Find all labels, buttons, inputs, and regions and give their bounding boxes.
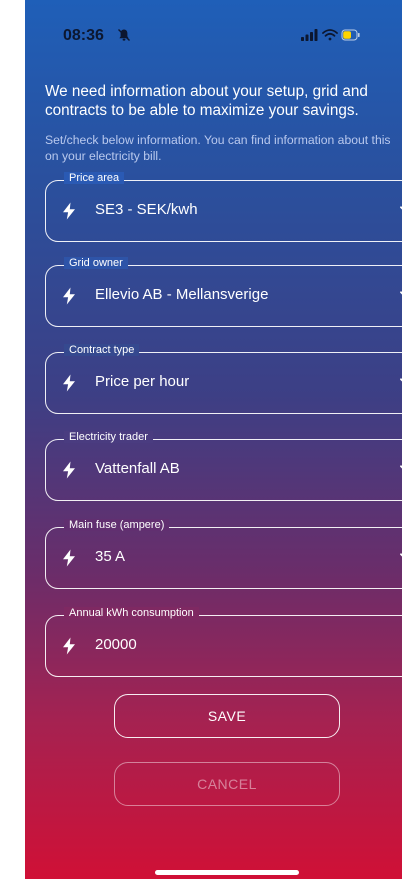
cancel-button[interactable]: CANCEL xyxy=(114,762,340,806)
field-value: Price per hour xyxy=(95,373,190,390)
system-status-icons xyxy=(301,29,360,41)
save-button[interactable]: SAVE xyxy=(114,694,340,738)
electricity-trader-select[interactable]: Electricity trader Vattenfall AB xyxy=(45,431,402,501)
signal-bars-icon xyxy=(301,29,318,41)
main-fuse-select[interactable]: Main fuse (ampere) 35 A xyxy=(45,519,402,589)
lightning-bolt-icon xyxy=(63,374,75,392)
grid-owner-select[interactable]: Grid owner Ellevio AB - Mellansverige xyxy=(45,257,402,327)
intro-text: We need information about your setup, gr… xyxy=(45,83,368,119)
lightning-bolt-icon xyxy=(63,637,75,655)
wifi-icon xyxy=(322,29,338,41)
field-value[interactable]: 20000 xyxy=(95,636,137,653)
field-label: Grid owner xyxy=(64,257,128,269)
field-label: Main fuse (ampere) xyxy=(64,519,170,531)
lightning-bolt-icon xyxy=(63,287,75,305)
field-label: Electricity trader xyxy=(64,431,153,443)
lightning-bolt-icon xyxy=(63,461,75,479)
info-note: Set/check below information. You can fin… xyxy=(45,133,391,163)
field-label: Contract type xyxy=(64,344,140,356)
home-indicator[interactable] xyxy=(155,870,299,875)
field-value: 35 A xyxy=(95,548,126,565)
status-bar: 08:36 xyxy=(25,0,402,70)
contract-type-select[interactable]: Contract type Price per hour xyxy=(45,344,402,414)
silent-bell-icon xyxy=(118,29,130,41)
lightning-bolt-icon xyxy=(63,549,75,567)
field-value: Ellevio AB - Mellansverige xyxy=(95,286,269,303)
field-value: Vattenfall AB xyxy=(95,460,180,477)
battery-icon xyxy=(341,29,360,41)
field-label: Price area xyxy=(64,172,125,184)
app-screen: 08:36 We need information about your set… xyxy=(25,0,402,879)
field-value: SE3 - SEK/kwh xyxy=(95,201,198,218)
field-label: Annual kWh consumption xyxy=(64,607,199,619)
status-time: 08:36 xyxy=(63,27,104,44)
lightning-bolt-icon xyxy=(63,202,75,220)
annual-consumption-field[interactable]: Annual kWh consumption 20000 xyxy=(45,607,402,677)
price-area-select[interactable]: Price area SE3 - SEK/kwh xyxy=(45,172,402,242)
